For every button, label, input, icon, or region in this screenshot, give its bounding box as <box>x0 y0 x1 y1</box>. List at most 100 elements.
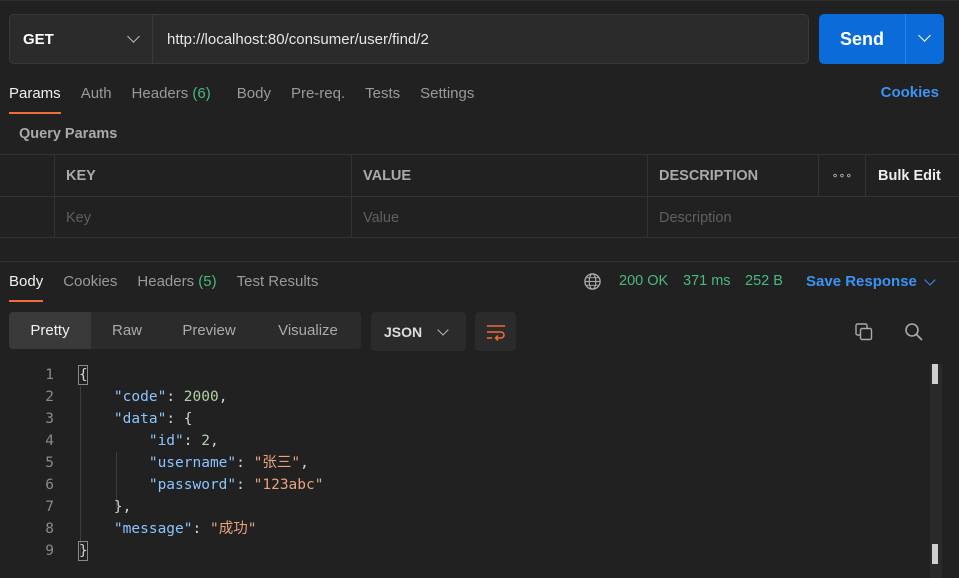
view-visualize-button[interactable]: Visualize <box>255 312 361 349</box>
response-size[interactable]: 252 B <box>745 273 783 289</box>
json-key: "password" <box>148 477 237 493</box>
line-number: 3 <box>45 411 54 427</box>
json-value: "张三" <box>253 455 301 471</box>
wrap-lines-icon <box>486 324 505 341</box>
code-line: 6 "password": "123abc" <box>0 474 930 496</box>
code-line: 2 "code": 2000, <box>0 386 930 408</box>
tab-auth-label: Auth <box>80 85 112 102</box>
globe-icon[interactable] <box>583 272 602 291</box>
query-params-title: Query Params <box>19 126 118 142</box>
line-number: 8 <box>45 521 54 537</box>
description-input[interactable]: Description <box>647 197 959 238</box>
view-mode-group: Pretty Raw Preview Visualize <box>9 312 361 349</box>
save-response-button[interactable]: Save Response <box>806 273 917 290</box>
tab-response-body-label: Body <box>9 273 44 290</box>
json-value: "123abc" <box>253 477 324 493</box>
json-key: "username" <box>148 455 237 471</box>
pane-divider[interactable] <box>0 261 959 262</box>
tab-auth[interactable]: Auth <box>81 84 112 114</box>
wrap-lines-button[interactable] <box>475 312 516 351</box>
chevron-down-icon <box>918 29 931 42</box>
scrollbar-thumb-top[interactable] <box>932 364 938 384</box>
json-value: 2 <box>201 433 210 449</box>
line-number: 2 <box>45 389 54 405</box>
tab-headers-label: Headers <box>131 85 189 102</box>
chevron-down-icon[interactable] <box>924 274 936 286</box>
search-icon[interactable] <box>903 321 925 343</box>
bulk-edit-button[interactable]: Bulk Edit <box>865 155 959 196</box>
copy-icon[interactable] <box>853 321 875 343</box>
top-border <box>0 0 959 4</box>
code-line: 4 "id": 2, <box>0 430 930 452</box>
response-body-editor[interactable]: 1 { 2 "code": 2000, 3 "data": { 4 "id": … <box>0 364 930 578</box>
tab-response-body[interactable]: Body <box>9 272 44 302</box>
tab-body[interactable]: Body <box>237 84 271 114</box>
tab-params-label: Params <box>9 85 61 102</box>
line-number: 1 <box>45 367 54 383</box>
url-input[interactable]: http://localhost:80/consumer/user/find/2 <box>153 14 809 64</box>
format-label: JSON <box>384 323 423 340</box>
value-input[interactable]: Value <box>351 197 647 238</box>
more-options-icon[interactable]: ∘∘∘ <box>818 155 865 196</box>
code-line: 1 { <box>0 364 930 386</box>
json-key: "id" <box>148 433 184 449</box>
json-key: "data" <box>113 411 167 427</box>
tab-params[interactable]: Params <box>9 84 61 114</box>
tab-response-cookies-label: Cookies <box>63 273 118 290</box>
format-select[interactable]: JSON <box>371 312 466 351</box>
response-headers-count-badge: (5) <box>198 273 217 290</box>
request-tabs: Params Auth Headers (6) Body Pre-req. Te… <box>9 84 494 114</box>
tab-response-cookies[interactable]: Cookies <box>63 272 117 302</box>
cookies-link[interactable]: Cookies <box>881 84 939 101</box>
json-value: "成功" <box>209 521 257 537</box>
col-value-header: VALUE <box>351 155 647 196</box>
line-number: 7 <box>45 499 54 515</box>
method-label: GET <box>23 30 54 48</box>
tab-settings-label: Settings <box>420 85 475 102</box>
bracket-match-highlight <box>78 365 88 385</box>
bracket-match-highlight <box>78 541 88 561</box>
chevron-down-icon <box>127 30 140 43</box>
tab-headers[interactable]: Headers (6) <box>132 84 211 114</box>
tab-tests[interactable]: Tests <box>365 84 400 114</box>
col-key-header: KEY <box>54 155 351 196</box>
table-row: Key Value Description <box>0 197 959 239</box>
col-description-header: DESCRIPTION <box>647 155 818 196</box>
json-value: 2000 <box>183 389 219 405</box>
scrollbar-thumb-bottom[interactable] <box>932 544 938 564</box>
send-options-button[interactable] <box>905 14 944 64</box>
method-select[interactable]: GET <box>9 14 153 64</box>
json-key: "message" <box>113 521 193 537</box>
headers-count-badge: (6) <box>192 85 211 102</box>
view-preview-button[interactable]: Preview <box>163 312 255 349</box>
tab-test-results[interactable]: Test Results <box>237 272 319 302</box>
code-line: 8 "message": "成功" <box>0 518 930 540</box>
tab-test-results-label: Test Results <box>236 273 319 290</box>
line-number: 5 <box>45 455 54 471</box>
table-header-row: KEY VALUE DESCRIPTION ∘∘∘ Bulk Edit <box>0 155 959 197</box>
chevron-down-icon <box>437 324 449 336</box>
key-input[interactable]: Key <box>54 197 351 238</box>
response-time[interactable]: 371 ms <box>683 273 731 289</box>
tab-tests-label: Tests <box>365 85 401 102</box>
code-line: 7 }, <box>0 496 930 518</box>
tab-response-headers[interactable]: Headers (5) <box>137 272 216 302</box>
line-number: 4 <box>45 433 54 449</box>
tab-prereq[interactable]: Pre-req. <box>291 84 345 114</box>
tab-settings[interactable]: Settings <box>420 84 474 114</box>
response-tabs: Body Cookies Headers (5) Test Results <box>9 272 338 302</box>
tab-response-headers-label: Headers <box>137 273 195 290</box>
code-line: 9 } <box>0 540 930 562</box>
status-code[interactable]: 200 OK <box>619 273 668 289</box>
json-key: "code" <box>113 389 167 405</box>
code-line: 5 "username": "张三", <box>0 452 930 474</box>
view-raw-button[interactable]: Raw <box>91 312 163 349</box>
tab-prereq-label: Pre-req. <box>290 85 346 102</box>
line-number: 9 <box>45 543 54 559</box>
url-text: http://localhost:80/consumer/user/find/2 <box>167 30 429 48</box>
send-button[interactable]: Send <box>819 14 905 64</box>
view-pretty-button[interactable]: Pretty <box>9 312 91 349</box>
line-number: 6 <box>45 477 54 493</box>
query-params-table: KEY VALUE DESCRIPTION ∘∘∘ Bulk Edit Key … <box>0 154 959 238</box>
tab-body-label: Body <box>236 85 271 102</box>
